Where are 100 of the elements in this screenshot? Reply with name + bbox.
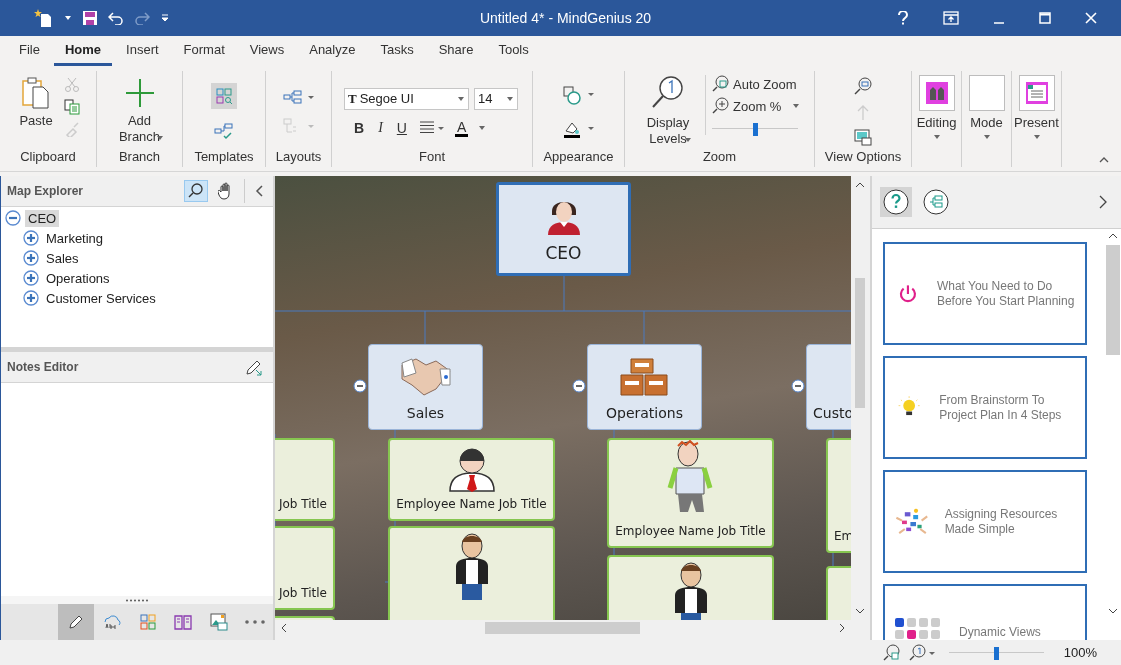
collapse-icon[interactable] bbox=[353, 379, 367, 393]
mode-button[interactable]: Editing bbox=[912, 71, 961, 140]
scroll-up-icon bbox=[854, 182, 865, 188]
expander-icon[interactable] bbox=[5, 210, 21, 226]
clipboard-icon bbox=[21, 77, 51, 109]
caret-icon bbox=[792, 103, 801, 109]
employee-node[interactable]: Employee Name Job Title bbox=[607, 438, 774, 548]
caret-icon[interactable] bbox=[457, 95, 465, 102]
pencil-icon[interactable] bbox=[245, 358, 263, 376]
expander-icon[interactable] bbox=[23, 290, 39, 306]
collapse-icon[interactable] bbox=[791, 379, 805, 393]
tree-item[interactable]: Marketing bbox=[43, 229, 107, 247]
branch-node[interactable]: Sales bbox=[368, 344, 483, 430]
collapse-ribbon-icon[interactable] bbox=[1099, 157, 1109, 163]
window-title: Untitled 4* - MindGenius 20 bbox=[479, 10, 652, 26]
caret-icon[interactable] bbox=[506, 95, 514, 102]
menu-tab[interactable]: File bbox=[8, 42, 51, 66]
employee-node[interactable]: Employee Name Job Title bbox=[388, 438, 555, 521]
expand-panel-icon[interactable] bbox=[1099, 195, 1107, 209]
scroll-thumb[interactable] bbox=[1105, 245, 1120, 355]
zoom-to-node-icon[interactable] bbox=[854, 77, 872, 95]
group-label: Font bbox=[418, 149, 446, 166]
branch-node[interactable]: Operations bbox=[587, 344, 702, 430]
help-icon[interactable] bbox=[880, 187, 912, 217]
layout-icon[interactable] bbox=[282, 90, 315, 104]
auto-zoom-icon[interactable] bbox=[882, 643, 901, 662]
zoom-slider[interactable] bbox=[948, 646, 1044, 659]
menu-tab[interactable]: Format bbox=[172, 42, 236, 66]
scroll-thumb[interactable] bbox=[854, 278, 865, 408]
paste-button[interactable]: Paste bbox=[16, 75, 56, 130]
mode-button[interactable]: Mode bbox=[962, 71, 1011, 140]
window-icon[interactable] bbox=[854, 129, 872, 147]
expander-icon[interactable] bbox=[23, 230, 39, 246]
font-color-button[interactable]: A bbox=[454, 119, 469, 137]
help-card[interactable]: Assigning Resources Made Simple bbox=[883, 470, 1087, 573]
menu-tab[interactable]: Tools bbox=[487, 42, 540, 66]
employee-node[interactable]: Job Title bbox=[275, 438, 335, 521]
bold-button[interactable]: B bbox=[352, 120, 367, 136]
image-icon[interactable] bbox=[210, 613, 229, 631]
font-family-field[interactable]: T Segoe UI bbox=[344, 87, 469, 110]
display-levels-icon[interactable] bbox=[908, 643, 937, 662]
italic-button[interactable]: I bbox=[376, 120, 385, 136]
align-icon[interactable] bbox=[418, 121, 445, 135]
map-view-icon[interactable] bbox=[922, 188, 950, 216]
collapse-panel-icon[interactable] bbox=[255, 185, 263, 197]
book-icon[interactable] bbox=[174, 614, 193, 630]
search-icon[interactable] bbox=[184, 180, 208, 202]
customize-icon[interactable] bbox=[160, 13, 170, 23]
menu-tab[interactable]: Tasks bbox=[369, 42, 425, 66]
help-card[interactable]: From Brainstorm To Project Plan In 4 Steps bbox=[883, 356, 1087, 459]
font-size-field[interactable]: 14 bbox=[474, 87, 518, 110]
zoom-slider[interactable] bbox=[712, 123, 798, 135]
boxes-icon bbox=[618, 355, 671, 399]
shape-icon[interactable] bbox=[561, 85, 596, 105]
slider-thumb[interactable] bbox=[753, 123, 758, 136]
undo-icon[interactable] bbox=[108, 11, 124, 25]
auto-zoom-button[interactable]: Auto Zoom bbox=[712, 75, 801, 93]
close-icon[interactable] bbox=[1085, 12, 1097, 24]
display-levels-button[interactable]: Display Levels bbox=[635, 75, 701, 145]
collapse-icon[interactable] bbox=[572, 379, 586, 393]
scroll-thumb[interactable] bbox=[485, 622, 640, 634]
dropdown-icon[interactable] bbox=[64, 15, 72, 21]
new-document-icon[interactable] bbox=[34, 8, 54, 28]
underline-button[interactable]: U bbox=[394, 120, 409, 136]
employee-node[interactable] bbox=[388, 526, 555, 620]
copy-icon[interactable] bbox=[63, 99, 80, 115]
mode-button[interactable]: Present bbox=[1012, 71, 1061, 140]
ribbon-display-icon[interactable] bbox=[943, 11, 959, 25]
scroll-down-icon bbox=[1107, 608, 1118, 614]
save-icon[interactable] bbox=[82, 10, 98, 26]
menu-tab[interactable]: Views bbox=[238, 42, 296, 66]
menu-tab[interactable]: Home bbox=[53, 42, 113, 66]
root-node[interactable]: CEO bbox=[496, 182, 631, 276]
pencil-icon[interactable] bbox=[67, 614, 84, 630]
expander-icon[interactable] bbox=[23, 250, 39, 266]
slider-thumb[interactable] bbox=[994, 646, 1000, 660]
tree-item[interactable]: Operations bbox=[43, 269, 113, 287]
menu-tab[interactable]: Analyze bbox=[298, 42, 367, 66]
employee-node[interactable]: Job Title bbox=[275, 526, 335, 610]
dropdown-icon[interactable] bbox=[478, 125, 487, 131]
branch-check-icon[interactable] bbox=[214, 123, 234, 141]
menu-tab[interactable]: Insert bbox=[115, 42, 170, 66]
menu-tab[interactable]: Share bbox=[427, 42, 485, 66]
splitter-grip-icon[interactable] bbox=[125, 598, 149, 602]
group-label: Clipboard bbox=[19, 149, 77, 166]
auto-zoom-icon bbox=[712, 75, 730, 93]
maximize-icon[interactable] bbox=[1039, 12, 1051, 24]
tree-item[interactable]: Sales bbox=[43, 249, 82, 267]
redo-icon[interactable] bbox=[134, 11, 150, 25]
tree-item[interactable]: Customer Services bbox=[43, 289, 159, 307]
zoom-percent-button[interactable]: Zoom % bbox=[712, 97, 801, 115]
tree-item[interactable]: CEO bbox=[25, 209, 60, 227]
more-icon[interactable] bbox=[245, 620, 266, 624]
caret-icon bbox=[1032, 134, 1041, 140]
help-icon[interactable] bbox=[897, 11, 909, 25]
add-branch-button[interactable]: Add Branch bbox=[106, 75, 173, 143]
plus-icon bbox=[123, 77, 156, 109]
spellcheck-icon[interactable] bbox=[101, 613, 122, 631]
help-card[interactable]: What You Need to Do Before You Start Planning bbox=[883, 242, 1087, 345]
expander-icon[interactable] bbox=[23, 270, 39, 286]
